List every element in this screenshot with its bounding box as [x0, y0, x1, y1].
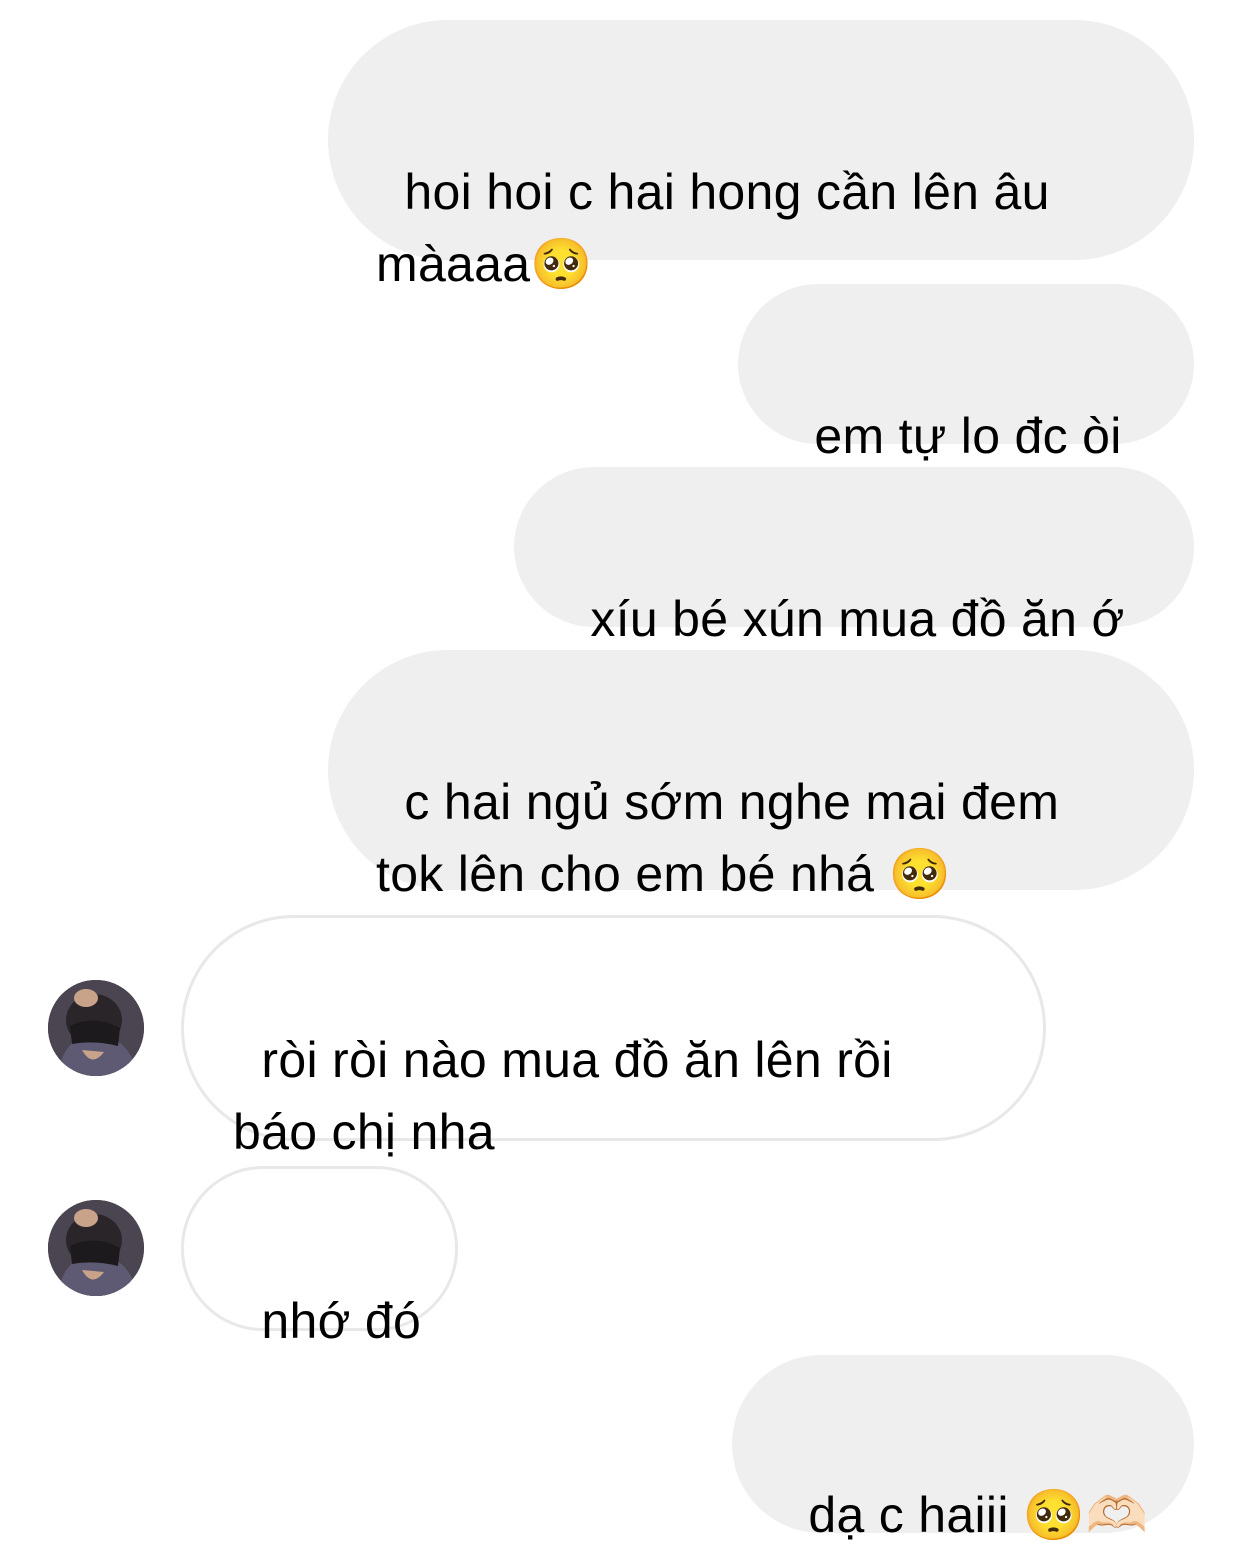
message-text: em tự lo đc òi: [814, 408, 1122, 464]
message-bubble-sent[interactable]: dạ c haiii 🥺🫶🏻: [732, 1355, 1194, 1543]
avatar-photo-icon: [48, 1200, 144, 1296]
avatar-photo-icon: [48, 980, 144, 1076]
message-text: hoi hoi c hai hong cần lên âu màaaa🥺: [376, 164, 1050, 292]
message-bubble-sent[interactable]: c hai ngủ sớm nghe mai đem tok lên cho e…: [328, 650, 1194, 902]
message-text: dạ c haiii 🥺🫶🏻: [808, 1487, 1149, 1543]
message-text: nhớ đó: [261, 1293, 422, 1349]
message-bubble-sent[interactable]: em tự lo đc òi: [738, 284, 1194, 464]
message-text: ròi ròi nào mua đồ ăn lên rồi báo chị nh…: [233, 1032, 893, 1160]
message-bubble-received[interactable]: ròi ròi nào mua đồ ăn lên rồi báo chị nh…: [181, 915, 1046, 1160]
message-text: xíu bé xún mua đồ ăn ớ: [590, 591, 1125, 647]
contact-avatar[interactable]: [48, 1200, 144, 1296]
message-bubble-sent[interactable]: xíu bé xún mua đồ ăn ớ: [514, 467, 1194, 647]
message-bubble-received[interactable]: nhớ đó: [181, 1166, 458, 1349]
contact-avatar[interactable]: [48, 980, 144, 1076]
message-text: c hai ngủ sớm nghe mai đem tok lên cho e…: [376, 774, 1060, 902]
message-bubble-sent[interactable]: hoi hoi c hai hong cần lên âu màaaa🥺: [328, 20, 1194, 292]
